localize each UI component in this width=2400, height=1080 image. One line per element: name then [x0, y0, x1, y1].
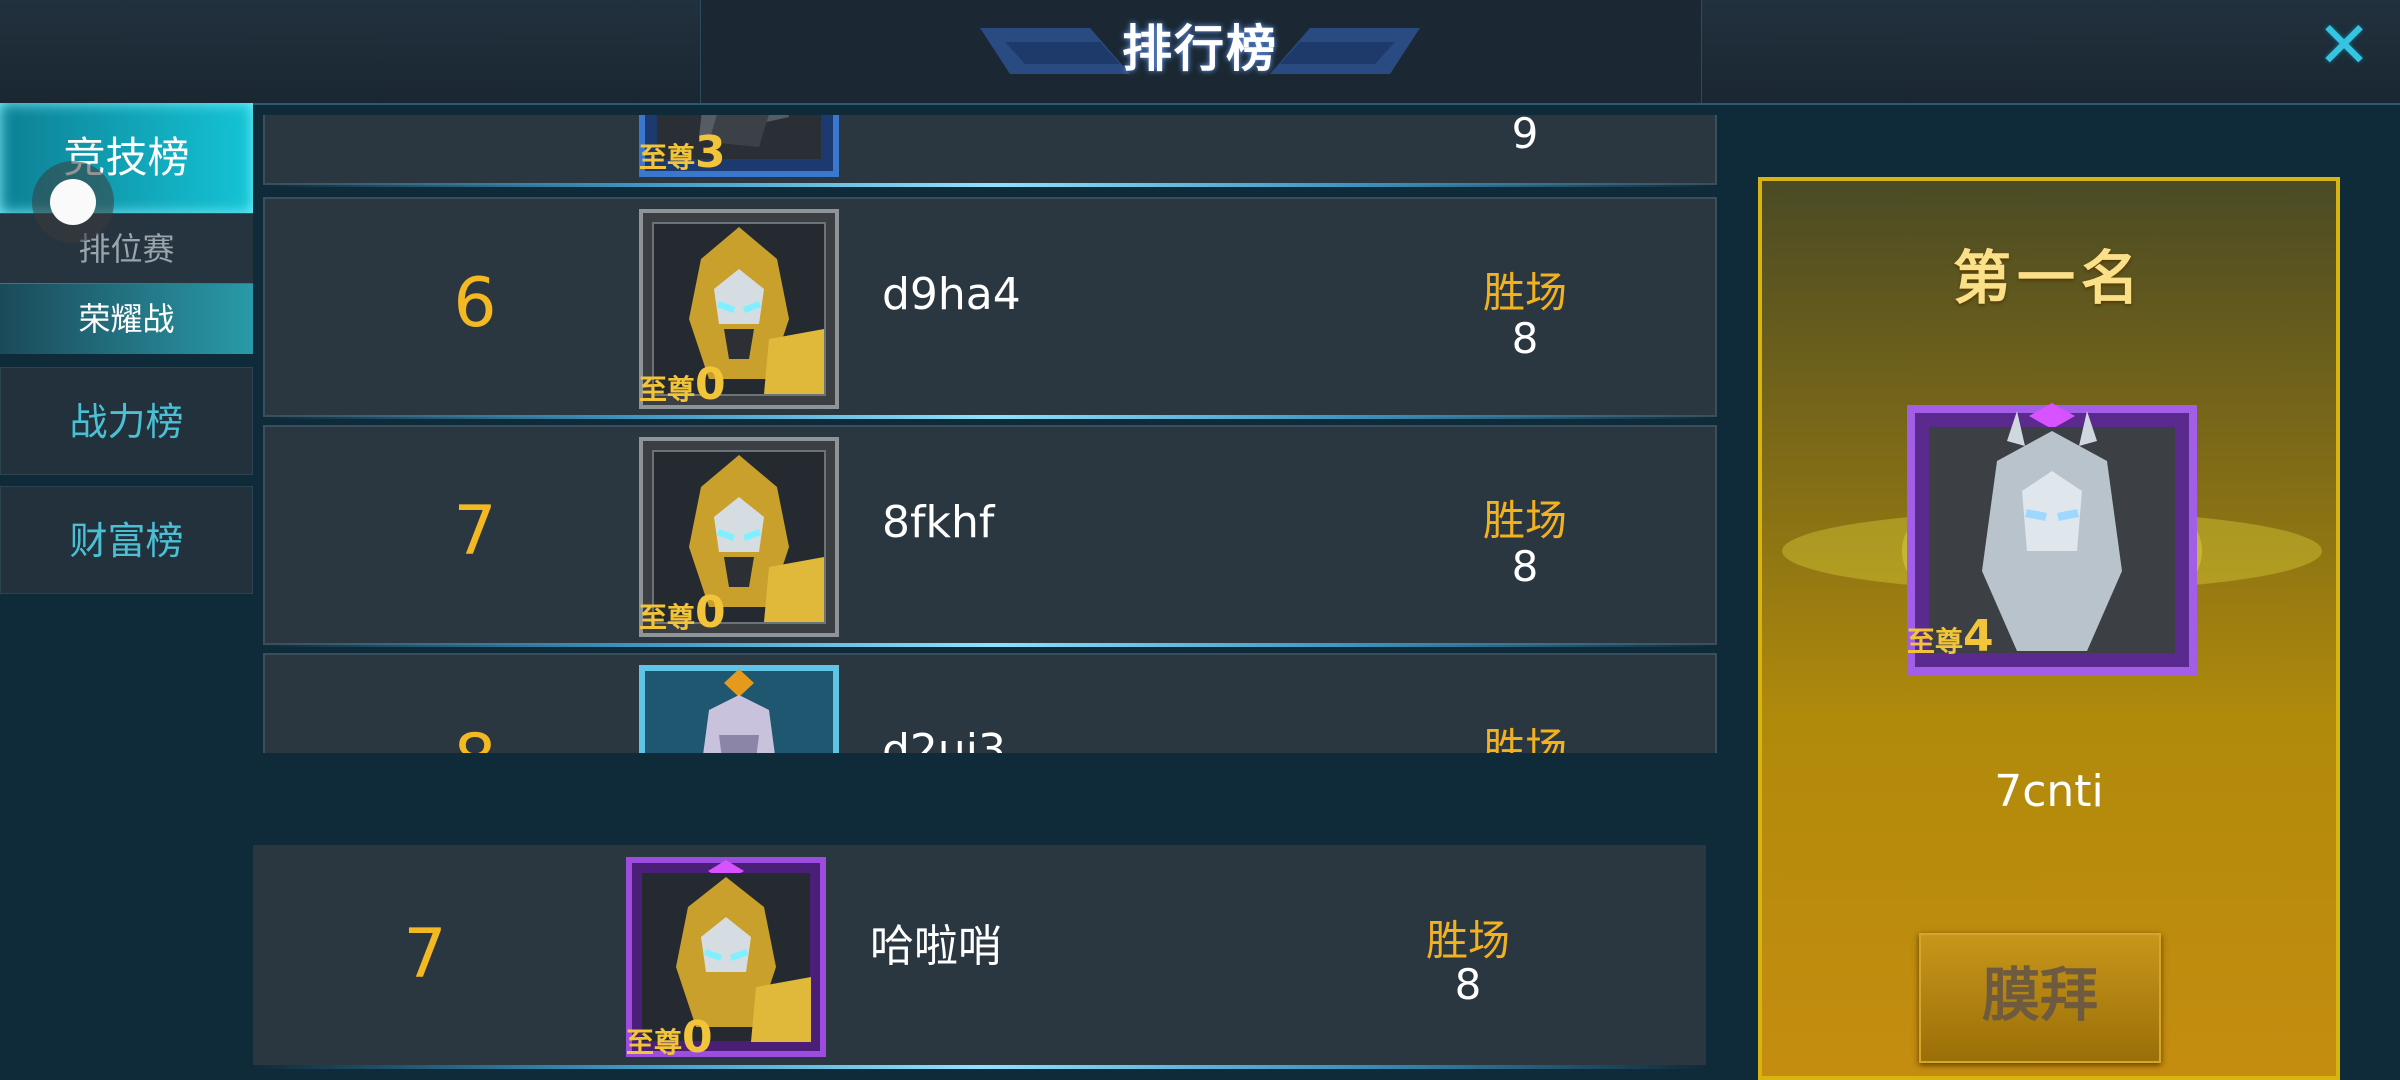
rank-number: 6: [453, 264, 497, 343]
top-bar: 排行榜 ✕: [0, 0, 2400, 105]
my-win-count: 8: [1454, 960, 1482, 1009]
avatar: [639, 665, 839, 753]
subtab-glory-battle[interactable]: 荣耀战: [0, 283, 253, 354]
win-count: 8: [1511, 314, 1539, 363]
supreme-badge: 至尊3: [639, 127, 726, 178]
table-row: 8 d2ui3 胜场: [263, 653, 1717, 753]
player-name: 8fkhf: [882, 497, 995, 548]
my-rank-number: 7: [403, 915, 447, 994]
first-place-panel: 第一名 至尊4 7cnti 膜拜: [1758, 177, 2340, 1080]
assist-dot-icon: [50, 179, 96, 225]
floating-assist-button[interactable]: [32, 161, 114, 243]
sidebar: 竞技榜 排位赛 荣耀战 战力榜 财富榜: [0, 103, 253, 1080]
worship-button[interactable]: 膜拜: [1919, 933, 2161, 1063]
player-name: d2ui3: [882, 725, 1007, 753]
win-count: 9: [1511, 115, 1539, 158]
my-rank-row: 7 至尊0 哈啦哨 胜场 8: [253, 845, 1706, 1069]
win-label: 胜场: [1482, 724, 1567, 753]
close-icon: ✕: [2317, 9, 2371, 83]
ranking-list[interactable]: 至尊3 9 6 至尊0 d9ha4 胜场 8 7 至尊0 8fkhf 胜场 8 …: [263, 115, 1717, 753]
rank-number: 8: [415, 720, 535, 753]
win-label: 胜场: [1482, 268, 1567, 317]
tab-wealth[interactable]: 财富榜: [0, 486, 253, 594]
my-win-label: 胜场: [1425, 916, 1510, 965]
close-button[interactable]: ✕: [2316, 9, 2372, 83]
first-place-name: 7cnti: [1994, 766, 2104, 817]
first-place-title: 第一名: [1952, 244, 2145, 312]
table-row: 7 至尊0 8fkhf 胜场 8: [263, 425, 1717, 647]
player-name: d9ha4: [882, 269, 1021, 320]
supreme-badge: 至尊4: [1907, 611, 1994, 662]
supreme-badge: 至尊0: [639, 359, 726, 410]
win-label: 胜场: [1482, 496, 1567, 545]
tab-power[interactable]: 战力榜: [0, 367, 253, 475]
page-title: 排行榜: [1122, 20, 1278, 78]
supreme-badge: 至尊0: [626, 1012, 713, 1063]
win-count: 8: [1511, 542, 1539, 591]
table-row: 6 至尊0 d9ha4 胜场 8: [263, 197, 1717, 419]
my-player-name: 哈啦哨: [870, 921, 1002, 972]
table-row: 至尊3 9: [263, 115, 1717, 187]
rank-number: 7: [453, 492, 497, 571]
supreme-badge: 至尊0: [639, 587, 726, 638]
